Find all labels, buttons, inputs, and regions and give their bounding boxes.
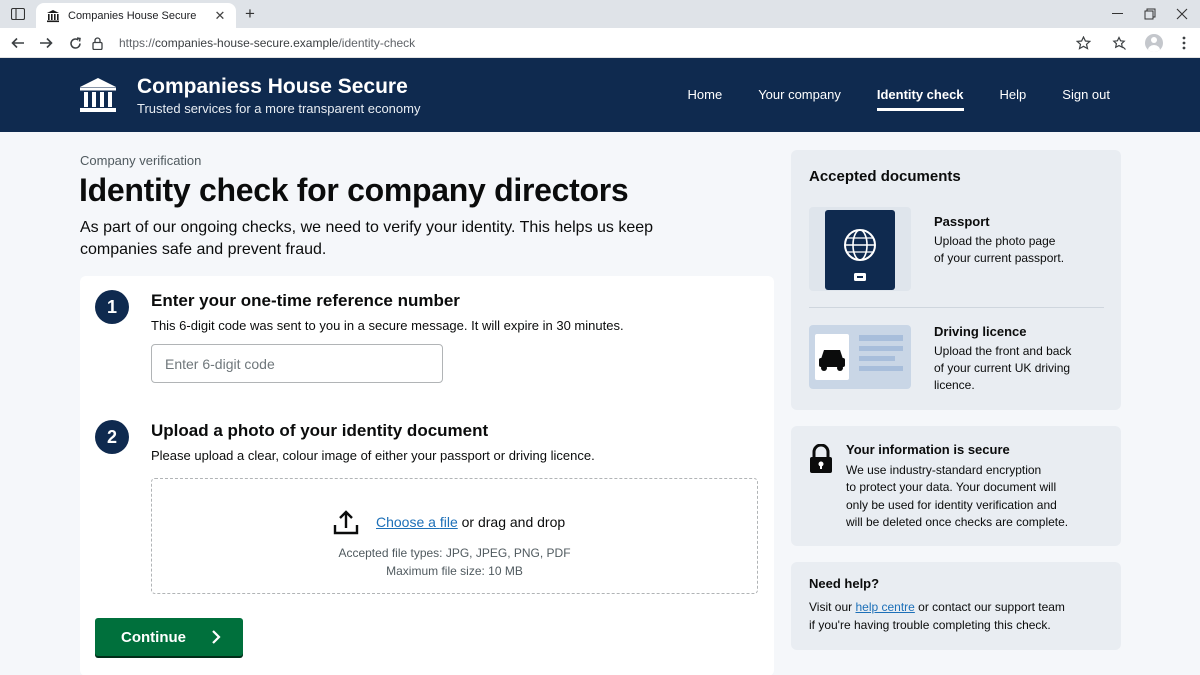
browser-toolbar: https://companies-house-secure.example/i…	[0, 28, 1200, 58]
back-arrow-icon[interactable]	[6, 32, 30, 54]
minimize-icon[interactable]	[1102, 0, 1134, 28]
upload-icon[interactable]	[332, 508, 360, 536]
lock-icon[interactable]	[92, 36, 106, 50]
step-1-description: This 6-digit code was sent to you in a s…	[151, 318, 624, 333]
accepted-documents-heading: Accepted documents	[809, 168, 961, 185]
forward-arrow-icon[interactable]	[34, 32, 58, 54]
browser-tabstrip: Companies House Secure ✕ +	[0, 0, 1200, 28]
step-1-number: 1	[95, 290, 129, 324]
reload-icon[interactable]	[63, 32, 87, 54]
dropzone-instructions: Choose a file or drag and drop	[376, 514, 565, 530]
step-2-title: Upload a photo of your identity document	[151, 421, 489, 440]
passport-title: Passport	[934, 214, 990, 229]
reference-code-input[interactable]	[151, 344, 443, 383]
max-file-size: Maximum file size: 10 MB	[386, 564, 523, 578]
help-panel: Need help? Visit our help centre or cont…	[791, 562, 1121, 650]
close-window-icon[interactable]	[1166, 0, 1198, 28]
driving-licence-desc-line-2: of your current UK driving	[934, 361, 1071, 375]
step-1-title: Enter your one-time reference number	[151, 291, 460, 310]
url-text: https://companies-house-secure.example/i…	[119, 36, 415, 50]
continue-label[interactable]: Continue	[121, 629, 186, 646]
bookmark-star-icon[interactable]	[1071, 32, 1095, 54]
page-intro: As part of our ongoing checks, we need t…	[80, 219, 654, 258]
drag-drop-text: or drag and drop	[457, 514, 566, 530]
nav-identity-check[interactable]: Identity check	[876, 58, 964, 132]
new-tab-icon[interactable]: +	[240, 3, 260, 25]
extensions-icon[interactable]	[1107, 32, 1131, 54]
bank-building-logo-icon[interactable]	[78, 75, 118, 115]
address-bar[interactable]: https://companies-house-secure.example/i…	[86, 32, 1098, 54]
profile-avatar[interactable]	[1142, 32, 1166, 54]
tab-title: Companies House Secure	[68, 9, 197, 22]
secure-line-1: We use industry-standard encryption	[846, 463, 1042, 477]
site-header: Companiess House Secure Trusted services…	[0, 58, 1200, 132]
driving-licence-desc-line-3: licence.	[934, 378, 975, 392]
nav-your-company[interactable]: Your company	[758, 58, 841, 132]
help-line-2: if you're having trouble completing this…	[809, 618, 1051, 632]
close-tab-icon[interactable]: ✕	[212, 8, 228, 24]
step-2-description: Please upload a clear, colour image of e…	[151, 448, 595, 463]
bank-building-icon	[46, 9, 60, 23]
form-card	[80, 276, 774, 675]
url-host: companies-house-secure.example	[155, 36, 339, 50]
url-scheme: https://	[119, 36, 156, 50]
driving-licence-icon	[809, 325, 911, 389]
padlock-icon	[809, 443, 833, 474]
help-title: Need help?	[809, 576, 880, 591]
divider	[809, 307, 1104, 308]
help-prefix: Visit our	[809, 600, 856, 614]
restore-icon[interactable]	[1134, 0, 1166, 28]
driving-licence-title: Driving licence	[934, 324, 1027, 339]
more-menu-icon[interactable]	[1172, 32, 1196, 54]
accepted-file-types: Accepted file types: JPG, JPEG, PNG, PDF	[338, 546, 571, 560]
choose-file-link[interactable]: Choose a file	[376, 514, 458, 530]
continue-button[interactable]: Continue	[95, 618, 243, 656]
secure-title: Your information is secure	[846, 442, 1010, 457]
accepted-documents-panel: Accepted documents Passport Upload the p…	[791, 150, 1121, 410]
choose-file-link-text[interactable]: file	[440, 514, 458, 530]
help-suffix: or contact our support team	[914, 600, 1065, 614]
help-line-1: Visit our help centre or contact our sup…	[809, 599, 1065, 617]
passport-desc-line-1: Upload the photo page	[934, 234, 1056, 248]
secure-line-3: only be used for identity verification a…	[846, 498, 1057, 512]
page-title: Identity check for company directors	[79, 172, 629, 208]
sidebar-toggle-icon[interactable]	[2, 0, 34, 28]
chevron-right-icon[interactable]	[209, 629, 223, 645]
secure-line-2: to protect your data. Your document will	[846, 480, 1057, 494]
nav-sign-out[interactable]: Sign out	[1062, 58, 1110, 132]
site-name[interactable]: Companiess House Secure	[137, 75, 408, 99]
passport-icon	[825, 210, 895, 290]
breadcrumb: Company verification	[80, 153, 202, 168]
browser-tab[interactable]: Companies House Secure ✕	[36, 3, 236, 28]
url-path: /identity-check	[338, 36, 416, 50]
nav-home[interactable]: Home	[688, 58, 723, 132]
passport-desc-line-2: of your current passport.	[934, 251, 1065, 265]
nav-help[interactable]: Help	[1000, 58, 1027, 132]
step-2-number: 2	[95, 420, 129, 454]
secure-line-4: will be deleted once checks are complete…	[846, 515, 1069, 529]
file-dropzone[interactable]: Choose a file or drag and drop Accepted …	[151, 478, 758, 594]
driving-licence-desc-line-1: Upload the front and back	[934, 344, 1072, 358]
choose-file-prefix[interactable]: Choose a	[376, 514, 440, 530]
help-centre-link[interactable]: help centre	[855, 600, 914, 614]
main-nav: Home Your company Identity check Help Si…	[652, 58, 1110, 132]
secure-info-panel: Your information is secure We use indust…	[791, 426, 1121, 546]
site-tagline: Trusted services for a more transparent …	[137, 101, 421, 116]
